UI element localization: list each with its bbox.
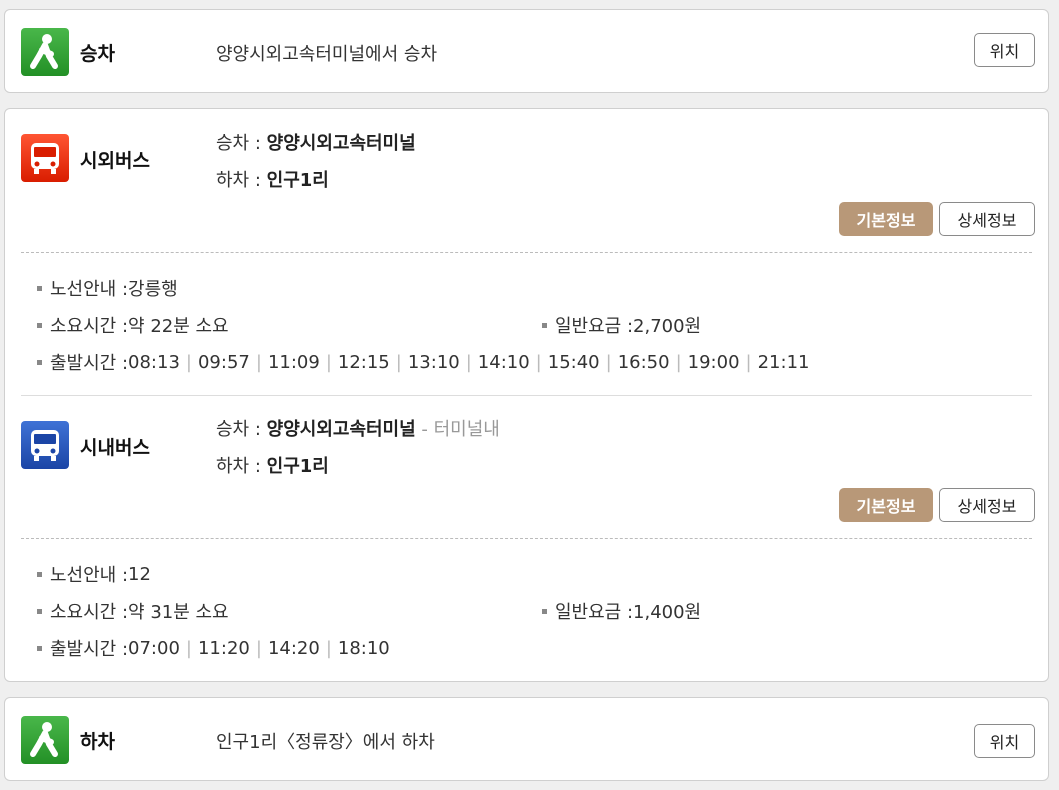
- intercity-route-value: 강릉행: [128, 279, 178, 300]
- departure-time: 07:00: [128, 637, 180, 659]
- city-route-value: 12: [128, 563, 151, 585]
- fare-label: 일반요금 :: [555, 602, 634, 623]
- alight-step-card: 하차 인구1리〈정류장〉에서 하차 위치: [4, 697, 1049, 781]
- departure-label: 출발시간 :: [50, 353, 129, 374]
- city-alight-stop: 인구1리: [266, 456, 329, 477]
- alight-label: 하차 :: [216, 170, 267, 191]
- intercity-alight-line: 하차 : 인구1리: [216, 166, 329, 192]
- time-separator: |: [325, 637, 332, 659]
- departure-time: 09:57: [197, 351, 250, 373]
- intercity-basic-info-button[interactable]: 기본정보: [839, 202, 933, 236]
- time-separator: |: [185, 637, 192, 659]
- departure-time: 14:20: [267, 637, 320, 659]
- time-separator: |: [325, 351, 332, 373]
- city-basic-info-button[interactable]: 기본정보: [839, 488, 933, 522]
- departure-time: 14:10: [477, 351, 530, 373]
- time-separator: |: [605, 351, 612, 373]
- fare-label: 일반요금 :: [555, 316, 634, 337]
- city-bus-icon: [21, 421, 69, 469]
- intercity-board-line: 승차 : 양양시외고속터미널: [216, 129, 416, 155]
- intercity-duration-value: 약 22분 소요: [128, 316, 229, 337]
- city-board-sub: - 터미널내: [415, 419, 500, 440]
- intercity-departures-info: 출발시간 : 08:13 | 09:57 | 11:09 | 12:15 | 13:10 | 14:…: [37, 349, 809, 375]
- departure-time: 16:50: [617, 351, 670, 373]
- duration-label: 소요시간 :: [50, 316, 129, 337]
- board-mode-label: 승차: [80, 43, 115, 65]
- time-separator: |: [185, 351, 192, 373]
- city-duration-value: 약 31분 소요: [128, 602, 229, 623]
- city-alight-line: 하차 : 인구1리: [216, 452, 329, 478]
- city-departures-info: 출발시간 : 07:00 | 11:20 | 14:20 | 18:10: [37, 635, 390, 661]
- walking-person-icon: [21, 716, 69, 764]
- route-label: 노선안내 :: [50, 279, 129, 300]
- departure-time: 15:40: [547, 351, 600, 373]
- departure-time: 13:10: [407, 351, 460, 373]
- alight-label: 하차 :: [216, 456, 267, 477]
- board-label: 승차 :: [216, 133, 267, 154]
- divider: [21, 538, 1032, 539]
- duration-label: 소요시간 :: [50, 602, 129, 623]
- city-fare-info: 일반요금 : 1,400원: [542, 598, 701, 624]
- bus-route-card: 시외버스 승차 : 양양시외고속터미널 하차 : 인구1리 기본정보 상세정보 …: [4, 108, 1049, 682]
- intercity-departure-list: 08:13 | 09:57 | 11:09 | 12:15 | 13:10 | 14:10 | 15:4…: [128, 352, 809, 373]
- city-board-stop: 양양시외고속터미널: [266, 419, 416, 440]
- departure-time: 11:09: [267, 351, 320, 373]
- intercity-duration-info: 소요시간 : 약 22분 소요: [37, 312, 229, 338]
- time-separator: |: [675, 351, 682, 373]
- time-separator: |: [535, 351, 542, 373]
- board-step-card: 승차 양양시외고속터미널에서 승차 위치: [4, 9, 1049, 93]
- alight-mode-label: 하차: [80, 731, 115, 753]
- time-separator: |: [395, 351, 402, 373]
- departure-time: 12:15: [337, 351, 390, 373]
- city-duration-info: 소요시간 : 약 31분 소요: [37, 598, 229, 624]
- intercity-detail-info-button[interactable]: 상세정보: [939, 202, 1035, 236]
- time-separator: |: [255, 637, 262, 659]
- departure-time: 11:20: [197, 637, 250, 659]
- city-mode-label: 시내버스: [80, 437, 150, 459]
- intercity-alight-stop: 인구1리: [266, 170, 329, 191]
- city-departure-list: 07:00 | 11:20 | 14:20 | 18:10: [128, 638, 390, 659]
- city-route-info: 노선안내 : 12: [37, 561, 151, 587]
- intercity-mode-label: 시외버스: [80, 150, 150, 172]
- alight-location-button[interactable]: 위치: [974, 724, 1035, 758]
- intercity-bus-icon: [21, 134, 69, 182]
- intercity-fare-value: 2,700원: [633, 316, 702, 337]
- departure-time: 21:11: [757, 351, 810, 373]
- time-separator: |: [745, 351, 752, 373]
- departure-time: 19:00: [687, 351, 740, 373]
- divider: [21, 252, 1032, 253]
- departure-time: 18:10: [337, 637, 390, 659]
- time-separator: |: [465, 351, 472, 373]
- board-label: 승차 :: [216, 419, 267, 440]
- route-label: 노선안내 :: [50, 565, 129, 586]
- time-separator: |: [255, 351, 262, 373]
- city-detail-info-button[interactable]: 상세정보: [939, 488, 1035, 522]
- divider: [21, 395, 1032, 396]
- intercity-fare-info: 일반요금 : 2,700원: [542, 312, 701, 338]
- alight-description: 인구1리〈정류장〉에서 하차: [216, 732, 435, 753]
- intercity-route-info: 노선안내 : 강릉행: [37, 275, 178, 301]
- city-board-line: 승차 : 양양시외고속터미널 - 터미널내: [216, 415, 500, 441]
- walking-person-icon: [21, 28, 69, 76]
- board-location-button[interactable]: 위치: [974, 33, 1035, 67]
- city-fare-value: 1,400원: [633, 602, 702, 623]
- board-description: 양양시외고속터미널에서 승차: [216, 44, 438, 65]
- departure-time: 08:13: [128, 351, 180, 373]
- intercity-board-stop: 양양시외고속터미널: [266, 133, 416, 154]
- departure-label: 출발시간 :: [50, 639, 129, 660]
